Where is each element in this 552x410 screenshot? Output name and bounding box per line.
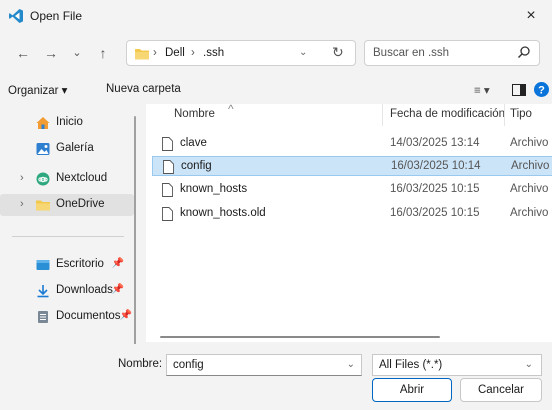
column-header-name[interactable]: Nombre ^ — [174, 104, 234, 120]
cancel-button[interactable]: Cancelar — [460, 378, 542, 402]
open-button[interactable]: Abrir — [372, 378, 452, 402]
file-row[interactable]: known_hosts.old 16/03/2025 10:15 Archivo — [152, 204, 552, 224]
onedrive-folder-icon — [36, 200, 50, 211]
downloads-icon — [37, 285, 49, 298]
file-list: Nombre ^ Fecha de modificación Tipo clav… — [146, 104, 552, 342]
sidebar-item-onedrive[interactable]: › OneDrive — [0, 194, 134, 216]
file-type-filter[interactable]: All Files (*.*) ⌄ — [372, 354, 542, 376]
file-name: known_hosts — [180, 183, 248, 195]
file-icon — [162, 137, 173, 151]
search-input[interactable]: Buscar en .ssh — [373, 47, 449, 59]
pin-icon[interactable]: 📌 — [112, 258, 124, 269]
file-row[interactable]: clave 14/03/2025 13:14 Archivo — [152, 134, 552, 154]
folder-icon — [135, 49, 149, 60]
vscode-app-icon — [9, 9, 23, 23]
address-bar[interactable]: › Dell › .ssh ⌄ ↻ — [126, 40, 356, 66]
back-button[interactable]: ← — [12, 42, 34, 64]
file-icon — [162, 183, 173, 197]
dialog-footer: Nombre: config ⌄ All Files (*.*) ⌄ Abrir… — [0, 344, 552, 410]
sort-ascending-icon: ^ — [228, 104, 234, 116]
forward-button[interactable]: → — [40, 42, 62, 64]
column-header-type[interactable]: Tipo — [510, 108, 532, 120]
file-icon — [162, 207, 173, 221]
file-type: Archivo — [510, 207, 549, 219]
file-type: Archivo — [511, 160, 550, 172]
help-icon[interactable]: ? — [534, 82, 549, 97]
address-dropdown-icon[interactable]: ⌄ — [299, 47, 307, 58]
pin-icon[interactable]: 📌 — [112, 284, 124, 295]
sidebar-item-label: Escritorio — [56, 258, 104, 270]
sidebar-item-inicio[interactable]: Inicio — [0, 112, 134, 134]
column-divider[interactable] — [382, 104, 383, 126]
chevron-down-icon[interactable]: ⌄ — [525, 359, 533, 370]
svg-text:?: ? — [538, 85, 545, 97]
horizontal-scrollbar[interactable] — [160, 336, 440, 338]
breadcrumb-ssh[interactable]: .ssh — [203, 47, 224, 59]
refresh-icon[interactable]: ↻ — [332, 44, 344, 61]
new-folder-button[interactable]: Nueva carpeta — [106, 83, 181, 95]
file-row[interactable]: config 16/03/2025 10:14 Archivo — [152, 156, 552, 176]
title-bar: Open File × — [0, 0, 552, 32]
column-header-date[interactable]: Fecha de modificación — [390, 108, 505, 120]
file-name: clave — [180, 137, 207, 149]
file-name: known_hosts.old — [180, 207, 266, 219]
desktop-icon — [36, 260, 50, 270]
breadcrumb-separator: › — [191, 47, 195, 59]
file-date: 16/03/2025 10:15 — [390, 183, 480, 195]
file-type: Archivo — [510, 183, 549, 195]
sidebar-item-escritorio[interactable]: Escritorio 📌 — [0, 254, 134, 276]
sidebar-item-documentos[interactable]: Documentos 📌 — [0, 306, 134, 328]
chevron-down-icon[interactable]: ⌄ — [347, 359, 355, 370]
chevron-right-icon[interactable]: › — [20, 172, 24, 184]
chevron-right-icon[interactable]: › — [20, 198, 24, 210]
file-name: config — [181, 160, 212, 172]
recent-locations-button[interactable]: ⌄ — [66, 42, 88, 64]
sidebar-item-nextcloud[interactable]: › Nextcloud — [0, 168, 134, 190]
file-date: 16/03/2025 10:14 — [391, 160, 481, 172]
preview-pane-icon[interactable] — [512, 84, 526, 96]
sidebar-item-downloads[interactable]: Downloads 📌 — [0, 280, 134, 302]
filename-input[interactable]: config — [173, 359, 204, 371]
sidebar-divider — [12, 236, 124, 237]
sidebar-item-galeria[interactable]: Galería — [0, 138, 134, 160]
file-row[interactable]: known_hosts 16/03/2025 10:15 Archivo — [152, 180, 552, 200]
sidebar-item-label: Documentos — [56, 310, 121, 322]
organize-menu[interactable]: Organizar ▾ — [8, 83, 67, 97]
sidebar-item-label: Downloads — [56, 284, 113, 296]
navigation-bar: ← → ⌄ ↑ › Dell › .ssh ⌄ ↻ Buscar en .ssh — [0, 36, 552, 70]
file-type-filter-value: All Files (*.*) — [379, 359, 443, 371]
gallery-icon — [36, 143, 50, 155]
breadcrumb-dell[interactable]: Dell — [165, 47, 185, 59]
sidebar-item-label: OneDrive — [56, 198, 105, 210]
sidebar-item-label: Inicio — [56, 116, 83, 128]
nextcloud-icon — [36, 172, 50, 186]
filename-label: Nombre: — [118, 358, 163, 370]
up-button[interactable]: ↑ — [92, 42, 114, 64]
sidebar-item-label: Galería — [56, 142, 94, 154]
documents-icon — [38, 311, 48, 323]
home-icon — [36, 117, 50, 129]
window-title: Open File — [30, 9, 83, 23]
command-bar: Organizar ▾ Nueva carpeta ≡ ▾ ? — [0, 78, 552, 102]
file-date: 16/03/2025 10:15 — [390, 207, 480, 219]
close-button[interactable]: × — [516, 2, 546, 30]
file-date: 14/03/2025 13:14 — [390, 137, 480, 149]
file-icon — [163, 160, 174, 174]
sidebar-item-label: Nextcloud — [56, 172, 108, 184]
pin-icon[interactable]: 📌 — [120, 310, 132, 321]
file-type: Archivo — [510, 137, 549, 149]
sidebar-scrollbar[interactable] — [134, 116, 136, 344]
column-divider[interactable] — [504, 104, 505, 126]
search-icon — [518, 46, 530, 58]
search-box[interactable]: Buscar en .ssh — [364, 40, 540, 66]
column-header-label: Nombre — [174, 108, 215, 120]
navigation-pane: Inicio Galería › Nextcloud › OneDrive Es… — [0, 104, 140, 344]
view-options-button[interactable]: ≡ ▾ — [474, 83, 490, 97]
breadcrumb-separator: › — [153, 47, 157, 59]
filename-field[interactable]: config ⌄ — [166, 354, 362, 376]
